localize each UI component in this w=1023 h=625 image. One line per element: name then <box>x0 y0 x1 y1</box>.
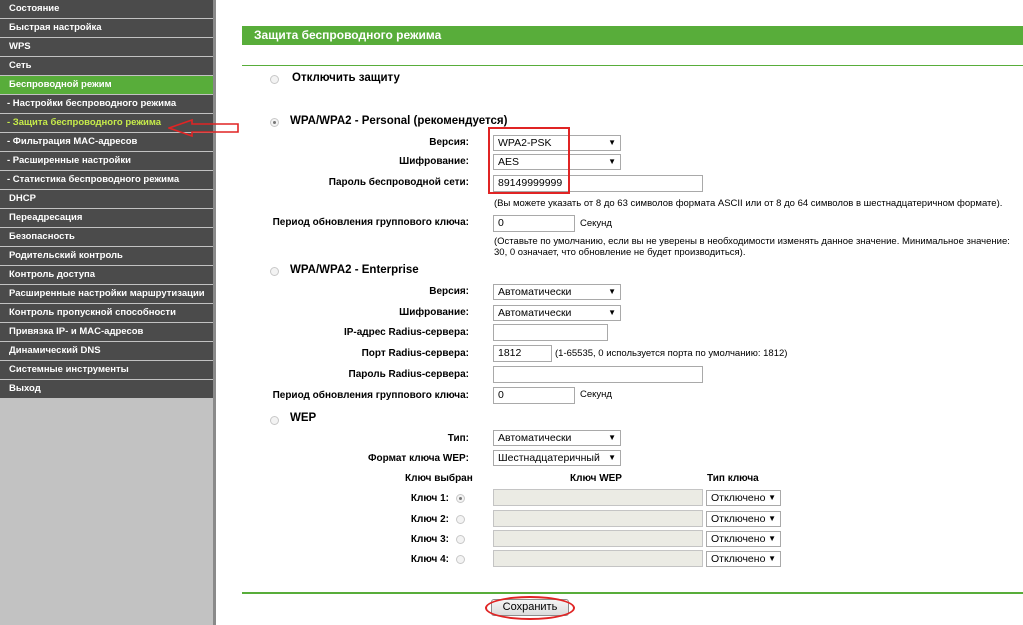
radius-port-note: (1-65535, 0 используется порта по умолча… <box>555 348 788 359</box>
sidebar-item-dhcp[interactable]: DHCP <box>0 190 213 208</box>
sidebar-item-parental-control[interactable]: Родительский контроль <box>0 247 213 265</box>
wpa-personal-radio[interactable] <box>270 118 279 127</box>
sidebar-item-wireless-advanced[interactable]: - Расширенные настройки <box>0 152 213 170</box>
sidebar-item-logout[interactable]: Выход <box>0 380 213 398</box>
wep-title: WEP <box>290 412 317 424</box>
sidebar-nav: Состояние Быстрая настройка WPS Сеть Бес… <box>0 0 213 625</box>
sidebar-item-forwarding[interactable]: Переадресация <box>0 209 213 227</box>
divider <box>242 592 1023 594</box>
chevron-down-icon: ▼ <box>608 308 616 317</box>
wep-key-type-select[interactable]: Отключено ▼ <box>706 551 781 567</box>
chevron-down-icon: ▼ <box>768 514 776 523</box>
radius-password-label: Пароль Radius-сервера: <box>348 369 469 380</box>
wep-key-input[interactable] <box>493 530 703 547</box>
chevron-down-icon: ▼ <box>768 534 776 543</box>
wep-key-radio[interactable] <box>456 515 465 524</box>
highlight-box <box>488 127 570 194</box>
wep-key-type-select[interactable]: Отключено ▼ <box>706 531 781 547</box>
wpa-enterprise-radio[interactable] <box>270 267 279 276</box>
wpa-personal-title: WPA/WPA2 - Personal (рекомендуется) <box>290 115 508 127</box>
wep-key-input[interactable] <box>493 489 703 506</box>
wep-key-label: Ключ 1: <box>410 493 449 504</box>
enterprise-encryption-value: Автоматически <box>498 307 572 319</box>
personal-group-key-unit: Секунд <box>580 218 612 229</box>
page-title: Защита беспроводного режима <box>242 26 1023 45</box>
wep-col-selected: Ключ выбран <box>405 473 473 484</box>
radius-ip-input[interactable] <box>493 324 608 341</box>
personal-group-key-note-1: (Оставьте по умолчанию, если вы не увере… <box>494 236 1010 247</box>
chevron-down-icon: ▼ <box>608 157 616 166</box>
sidebar-item-bandwidth-control[interactable]: Контроль пропускной способности <box>0 304 213 322</box>
wep-key-type-value: Отключено <box>711 553 766 565</box>
chevron-down-icon: ▼ <box>768 554 776 563</box>
wep-radio[interactable] <box>270 416 279 425</box>
wep-key-type-select[interactable]: Отключено ▼ <box>706 490 781 506</box>
chevron-down-icon: ▼ <box>608 287 616 296</box>
sidebar-item-ip-mac-binding[interactable]: Привязка IP- и MAC-адресов <box>0 323 213 341</box>
enterprise-version-label: Версия: <box>429 286 469 297</box>
wep-key-radio[interactable] <box>456 494 465 503</box>
wep-type-label: Тип: <box>447 433 469 444</box>
wep-format-value: Шестнадцатеричный <box>498 452 600 464</box>
wep-key-type-value: Отключено <box>711 533 766 545</box>
wep-format-select[interactable]: Шестнадцатеричный ▼ <box>493 450 621 466</box>
sidebar-item-network[interactable]: Сеть <box>0 57 213 75</box>
wep-key-type-value: Отключено <box>711 492 766 504</box>
sidebar-item-wireless[interactable]: Беспроводной режим <box>0 76 213 94</box>
personal-encryption-label: Шифрование: <box>399 156 469 167</box>
wep-key-radio[interactable] <box>456 535 465 544</box>
personal-version-label: Версия: <box>429 137 469 148</box>
wep-key-label: Ключ 3: <box>410 534 449 545</box>
personal-group-key-label: Период обновления группового ключа: <box>272 217 469 228</box>
wep-type-value: Автоматически <box>498 432 572 444</box>
wep-format-label: Формат ключа WEP: <box>367 453 469 464</box>
divider <box>242 65 1023 66</box>
chevron-down-icon: ▼ <box>768 493 776 502</box>
wpa-enterprise-title: WPA/WPA2 - Enterprise <box>290 264 419 276</box>
personal-group-key-note-2: 30, 0 означает, что обновление не будет … <box>494 247 746 258</box>
enterprise-version-value: Автоматически <box>498 286 572 298</box>
wep-key-label: Ключ 2: <box>410 514 449 525</box>
enterprise-group-key-label: Период обновления группового ключа: <box>272 390 469 401</box>
wep-key-label: Ключ 4: <box>410 554 449 565</box>
wep-col-key: Ключ WEP <box>570 473 622 484</box>
wep-key-type-value: Отключено <box>711 513 766 525</box>
enterprise-encryption-select[interactable]: Автоматически ▼ <box>493 305 621 321</box>
radius-ip-label: IP-адрес Radius-сервера: <box>343 327 469 338</box>
sidebar-item-security[interactable]: Безопасность <box>0 228 213 246</box>
save-button[interactable]: Сохранить <box>491 599 569 616</box>
enterprise-encryption-label: Шифрование: <box>399 307 469 318</box>
wep-col-type: Тип ключа <box>707 473 759 484</box>
wep-key-input[interactable] <box>493 550 703 567</box>
sidebar-divider <box>213 0 216 625</box>
wep-key-radio[interactable] <box>456 555 465 564</box>
radius-password-input[interactable] <box>493 366 703 383</box>
personal-password-note: (Вы можете указать от 8 до 63 символов ф… <box>494 198 1003 209</box>
disable-security-radio[interactable] <box>270 75 279 84</box>
enterprise-group-key-input[interactable]: 0 <box>493 387 575 404</box>
wep-key-input[interactable] <box>493 510 703 527</box>
sidebar-item-advanced-routing[interactable]: Расширенные настройки маршрутизации <box>0 285 213 303</box>
wep-key-type-select[interactable]: Отключено ▼ <box>706 511 781 527</box>
sidebar-item-wps[interactable]: WPS <box>0 38 213 56</box>
sidebar-item-access-control[interactable]: Контроль доступа <box>0 266 213 284</box>
sidebar-item-ddns[interactable]: Динамический DNS <box>0 342 213 360</box>
personal-password-label: Пароль беспроводной сети: <box>328 177 469 188</box>
chevron-down-icon: ▼ <box>608 138 616 147</box>
sidebar-item-wireless-statistics[interactable]: - Статистика беспроводного режима <box>0 171 213 189</box>
wep-type-select[interactable]: Автоматически ▼ <box>493 430 621 446</box>
personal-group-key-input[interactable]: 0 <box>493 215 575 232</box>
radius-port-label: Порт Radius-сервера: <box>361 348 469 359</box>
disable-security-label: Отключить защиту <box>292 72 400 84</box>
sidebar-item-quick-setup[interactable]: Быстрая настройка <box>0 19 213 37</box>
sidebar-item-system-tools[interactable]: Системные инструменты <box>0 361 213 379</box>
enterprise-version-select[interactable]: Автоматически ▼ <box>493 284 621 300</box>
sidebar-item-wireless-settings[interactable]: - Настройки беспроводного режима <box>0 95 213 113</box>
chevron-down-icon: ▼ <box>608 433 616 442</box>
chevron-down-icon: ▼ <box>608 453 616 462</box>
enterprise-group-key-unit: Секунд <box>580 389 612 400</box>
red-arrow-icon <box>168 118 239 138</box>
radius-port-input[interactable]: 1812 <box>493 345 552 362</box>
sidebar-item-status[interactable]: Состояние <box>0 0 213 18</box>
